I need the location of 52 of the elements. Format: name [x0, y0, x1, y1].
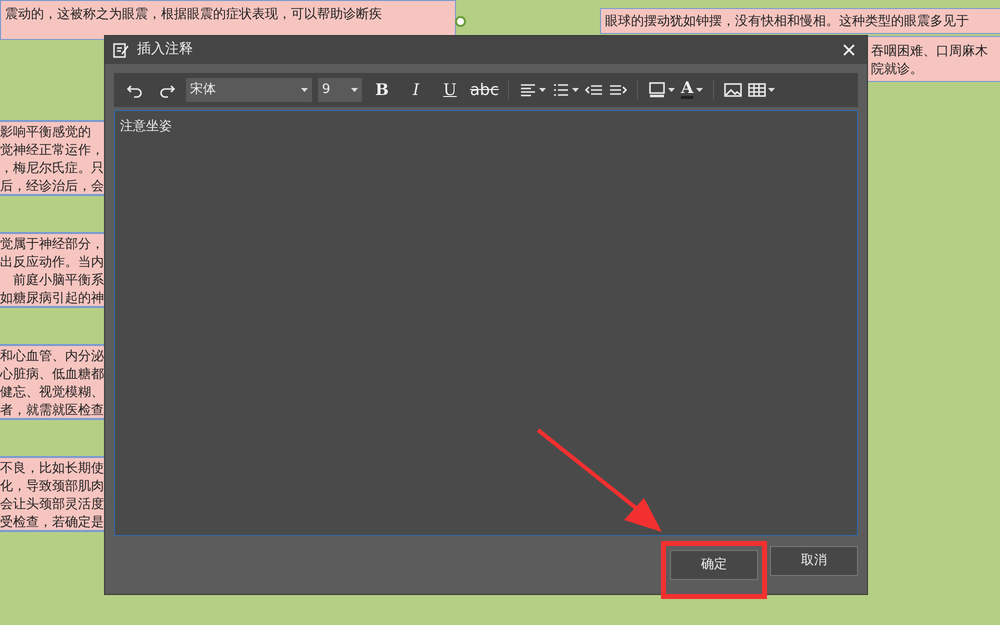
- node-text: 前庭小脑平衡系: [12, 272, 104, 290]
- note-editor[interactable]: 注意坐姿: [114, 110, 858, 536]
- format-button[interactable]: B: [368, 78, 396, 102]
- caret-icon: [301, 88, 308, 92]
- bulleted-list-icon: [552, 82, 570, 98]
- node-text: 者，就需就医检查: [0, 402, 104, 418]
- align-button[interactable]: [519, 82, 546, 98]
- image-button[interactable]: [724, 82, 742, 98]
- node-text: 出反应动作。当内: [0, 254, 104, 272]
- node-text: 影响平衡感觉的: [0, 124, 91, 142]
- node-text: 心脏病、低血糖都: [0, 366, 104, 384]
- caret-icon: [539, 88, 546, 92]
- caret-icon: [768, 88, 776, 92]
- table-icon: [748, 82, 766, 98]
- font-color-button[interactable]: A: [681, 80, 704, 100]
- align-icon: [519, 82, 537, 98]
- highlight-button[interactable]: [648, 82, 675, 98]
- caret-icon: [572, 88, 579, 92]
- node-text: 后，经诊治后，会: [0, 178, 104, 194]
- node-text: 受检查，若确定是: [0, 514, 104, 530]
- caret-icon: [696, 88, 704, 92]
- font-size-select[interactable]: 9: [318, 78, 362, 102]
- node-text: 化，导致颈部肌肉: [0, 478, 104, 496]
- font-select[interactable]: 宋体: [186, 78, 312, 102]
- node-text: 不良，比如长期使: [0, 460, 104, 478]
- node-text: 觉神经正常运作，: [0, 142, 104, 160]
- collapse-toggle[interactable]: [455, 16, 466, 27]
- format-button[interactable]: abc: [470, 78, 498, 102]
- list-button[interactable]: [552, 82, 579, 98]
- dialog-button[interactable]: 确定: [670, 550, 758, 580]
- node-text: 震动的，这被称之为眼震，根据眼震的症状表现，可以帮助诊断疾: [5, 6, 382, 24]
- node-text: 眼球的摆动犹如钟摆，没有快相和慢相。这种类型的眼震多见于: [605, 13, 969, 31]
- node-text: 觉属于神经部分，: [0, 236, 104, 254]
- format-button[interactable]: I: [402, 78, 430, 102]
- table-button[interactable]: [748, 82, 776, 98]
- close-icon: [843, 44, 855, 56]
- node-text: 院就诊。: [871, 61, 923, 79]
- node-text: 和心血管、内分泌: [0, 348, 104, 366]
- format-button[interactable]: U: [436, 78, 464, 102]
- caret-icon: [351, 88, 358, 92]
- note-edit-icon: [113, 42, 129, 58]
- node-text: ，梅尼尔氏症。只: [0, 160, 104, 178]
- close-button[interactable]: [843, 44, 855, 56]
- image-icon: [724, 82, 742, 98]
- dialog-button[interactable]: 取消: [770, 546, 858, 576]
- node-text: 会让头颈部灵活度: [0, 496, 104, 514]
- caret-icon: [668, 88, 675, 92]
- highlight-icon: [648, 82, 666, 98]
- node-text: 健忘、视觉模糊、: [0, 384, 104, 402]
- node-text: 如糖尿病引起的神: [0, 290, 104, 306]
- node-text: 吞咽困难、口周麻木: [871, 43, 988, 61]
- dialog-title: 插入注释: [137, 40, 193, 60]
